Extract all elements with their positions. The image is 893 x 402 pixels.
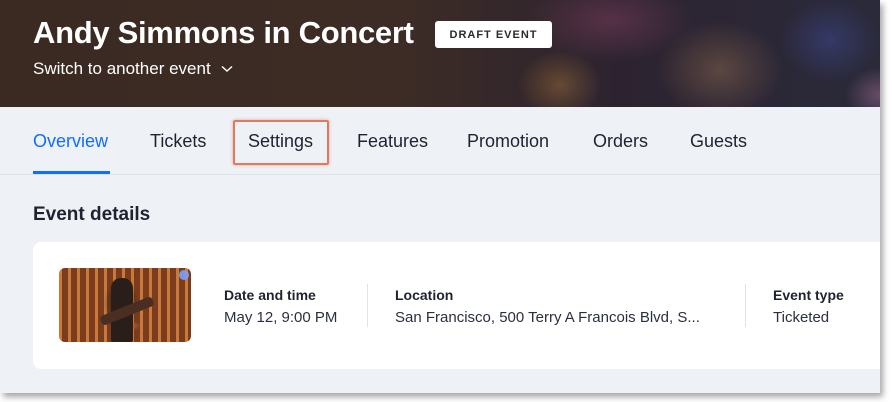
event-type-label: Event type: [773, 287, 844, 303]
status-badge: DRAFT EVENT: [435, 21, 552, 48]
chevron-down-icon: [221, 65, 233, 73]
event-header-banner: Andy Simmons in Concert DRAFT EVENT Swit…: [0, 0, 880, 107]
event-details-title: Event details: [33, 204, 151, 225]
date-time-value: May 12, 9:00 PM: [224, 309, 338, 326]
date-time-label: Date and time: [224, 287, 316, 303]
tab-promotion[interactable]: Promotion: [467, 107, 549, 175]
detail-divider: [745, 284, 746, 327]
event-title: Andy Simmons in Concert: [33, 15, 414, 50]
tab-guests[interactable]: Guests: [690, 107, 747, 175]
active-tab-indicator: [33, 171, 110, 174]
event-thumbnail[interactable]: [59, 268, 191, 342]
app-frame: Andy Simmons in Concert DRAFT EVENT Swit…: [0, 0, 880, 393]
tab-features[interactable]: Features: [357, 107, 428, 175]
switch-event-label: Switch to another event: [33, 59, 211, 78]
tab-orders[interactable]: Orders: [593, 107, 648, 175]
detail-divider: [367, 284, 368, 327]
location-value: San Francisco, 500 Terry A Francois Blvd…: [395, 309, 700, 326]
event-tabs: Overview Tickets Settings Features Promo…: [0, 107, 880, 175]
tab-settings[interactable]: Settings: [248, 107, 313, 175]
tab-tickets[interactable]: Tickets: [150, 107, 206, 175]
tab-overview[interactable]: Overview: [33, 107, 108, 175]
location-label: Location: [395, 287, 454, 303]
event-type-value: Ticketed: [773, 309, 830, 326]
switch-event-dropdown[interactable]: Switch to another event: [33, 58, 233, 80]
stage-light: [179, 270, 189, 280]
